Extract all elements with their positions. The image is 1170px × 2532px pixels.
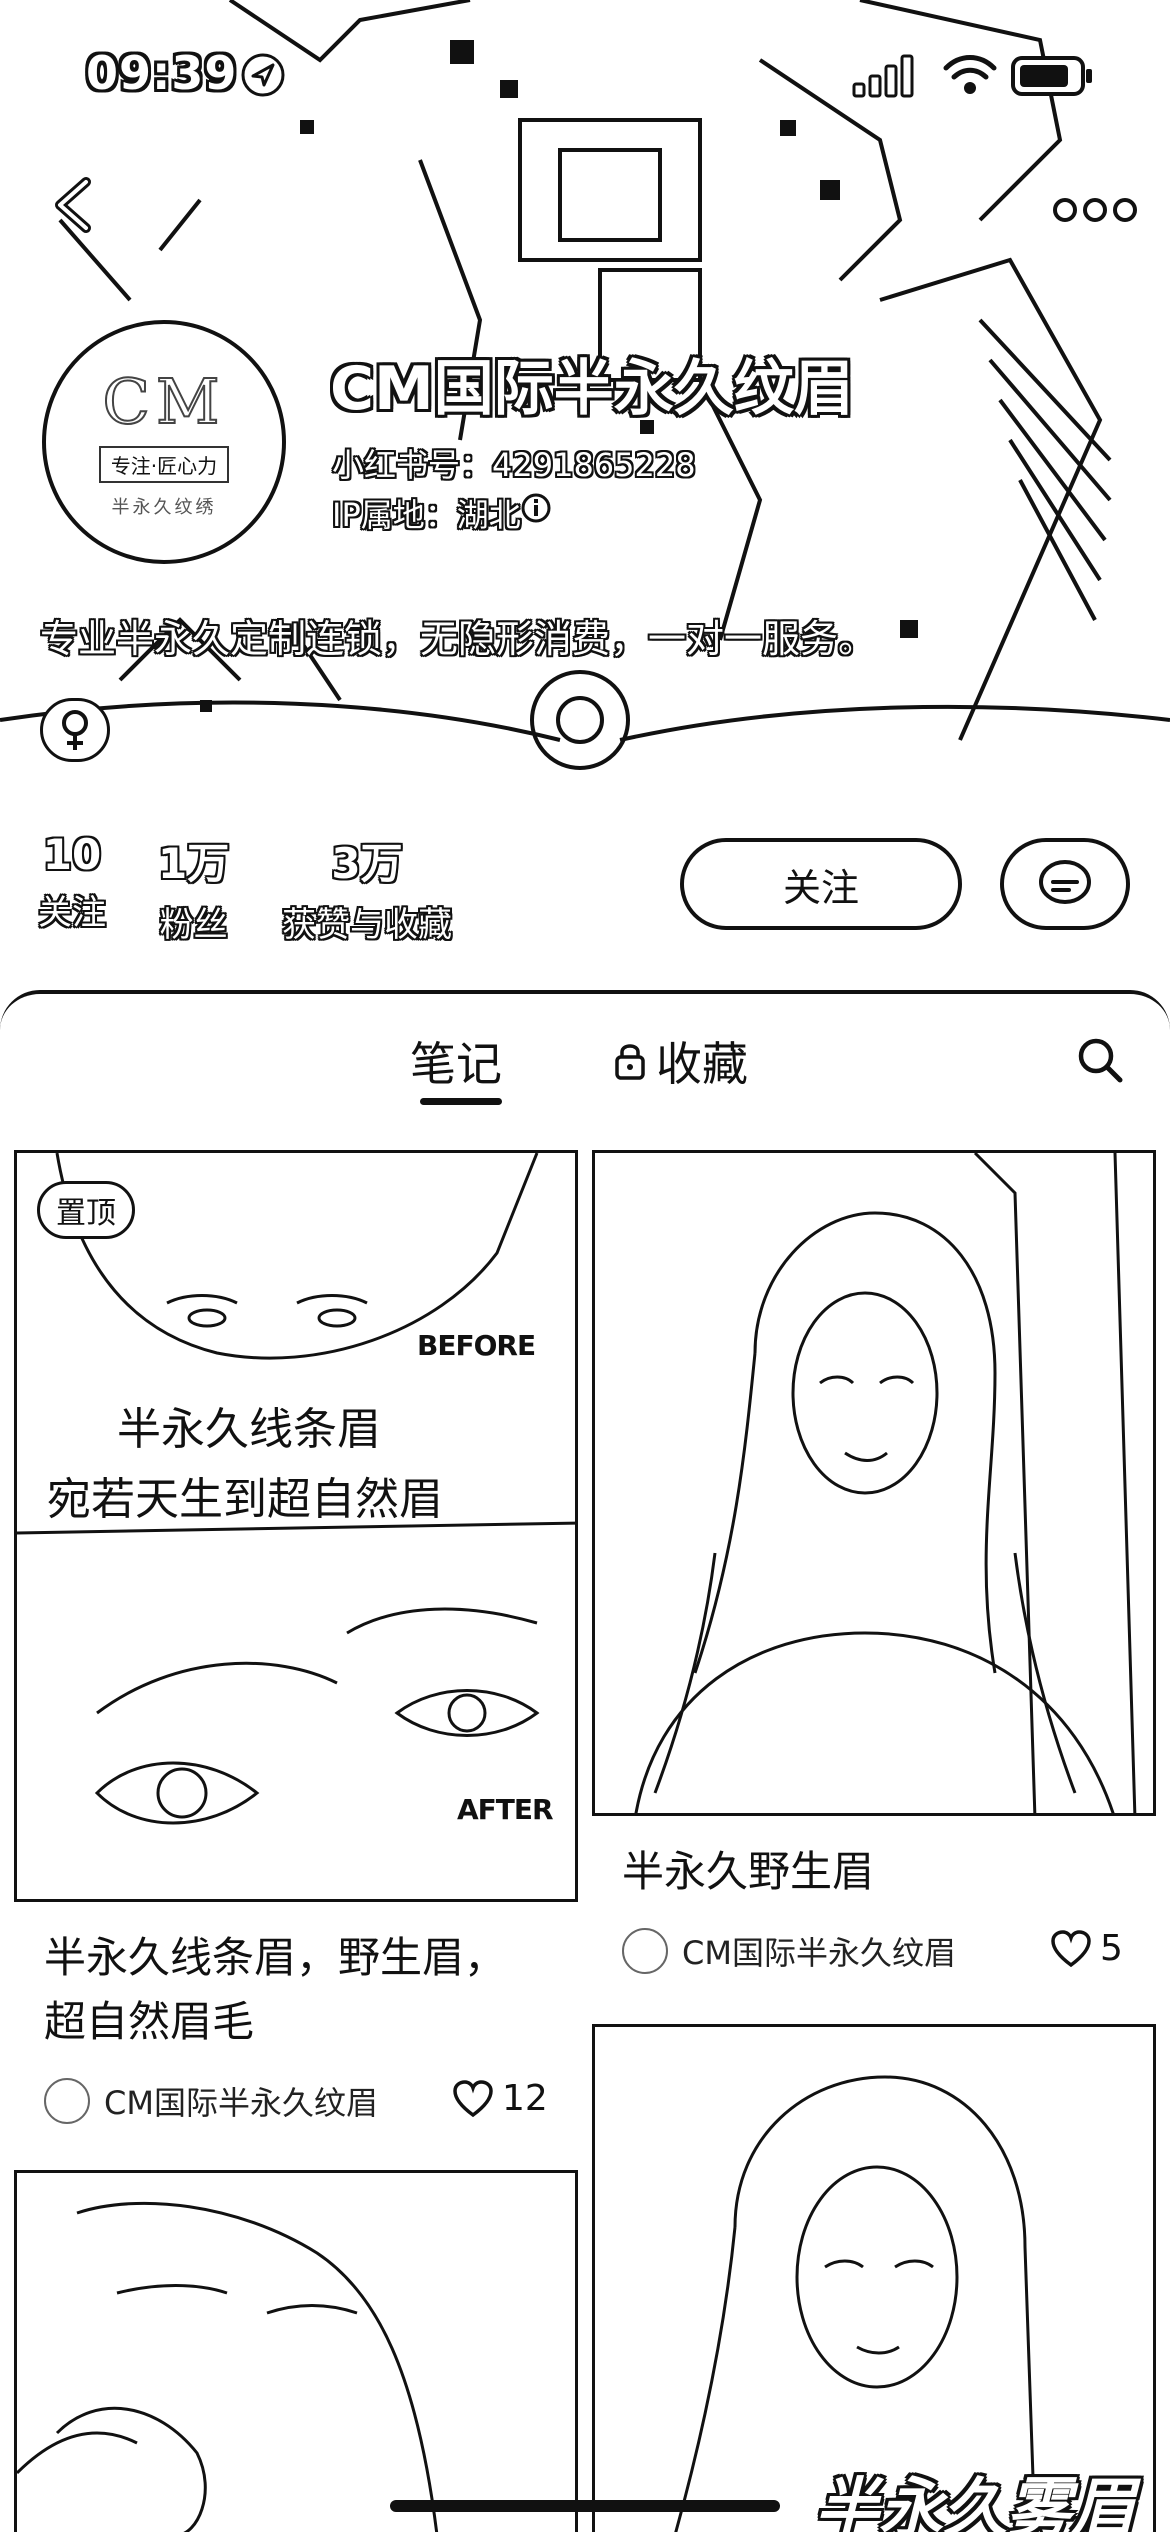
note-author[interactable]: CM国际半永久纹眉 [622,1928,956,1974]
active-tab-indicator [420,1098,502,1105]
note-card-image[interactable]: 半永久雾眉 [592,2024,1156,2532]
author-name: CM国际半永久纹眉 [104,2084,378,2122]
wifi-icon [943,55,997,94]
profile-avatar[interactable]: CM 专注·匠心力 半永久纹绣 [42,320,286,564]
like-count: 5 [1100,1928,1123,1969]
stat-following-value: 10 [42,830,102,879]
info-icon[interactable] [520,492,552,524]
note-card-image[interactable] [592,1150,1156,1816]
author-name: CM国际半永久纹眉 [682,1934,956,1972]
like-count: 12 [502,2078,548,2119]
note-title[interactable]: 半永久野生眉 [622,1840,1122,1904]
tab-notes[interactable]: 笔记 [410,1028,502,1094]
after-tag: AFTER [457,1793,554,1826]
status-bar-time: 09:39 [86,46,238,100]
chat-button[interactable] [1000,838,1130,930]
note-author[interactable]: CM国际半永久纹眉 [44,2078,378,2124]
location-arrow-icon [241,53,285,97]
avatar-subtitle-2: 半永久纹绣 [111,497,217,518]
stat-likes-value: 3万 [331,839,403,888]
before-tag: BEFORE [417,1329,536,1362]
ip-location: IP属地：湖北 [332,496,521,534]
pinned-badge: 置顶 [37,1181,135,1239]
profile-nickname: CM国际半永久纹眉 [330,354,854,424]
stat-likes-label: 获赞与收藏 [282,905,452,945]
stat-following[interactable]: 10 关注 [38,830,106,934]
stat-likes[interactable]: 3万 获赞与收藏 [282,830,452,946]
avatar-logo: CM [102,364,226,439]
profile-stats: 10 关注 1万 粉丝 3万 获赞与收藏 [0,830,1170,950]
tab-favorites[interactable]: 收藏 [612,1028,748,1094]
more-dots-icon[interactable] [1050,190,1140,230]
female-icon [62,710,88,750]
lock-icon [615,1044,645,1080]
portrait-photo [634,1153,1137,1813]
chat-bubble-icon [1039,860,1091,904]
heart-icon [1051,1929,1091,1967]
chevron-left-icon[interactable] [40,170,110,240]
note-title[interactable]: 半永久线条眉，野生眉，超自然眉毛 [44,1926,544,2054]
note-card-image[interactable] [14,2170,578,2532]
gender-badge [40,698,110,762]
author-avatar [622,1928,668,1974]
avatar-subtitle: 专注·匠心力 [98,446,230,483]
stat-followers-label: 粉丝 [159,905,228,945]
overlay-title: 半永久雾眉 [815,2472,1135,2532]
note-card-image[interactable]: 置顶 BEFORE 半永久线条眉 宛若天生到超自然眉 AFTER [14,1150,578,1902]
stat-followers[interactable]: 1万 粉丝 [158,830,229,946]
note-photo [17,2201,439,2532]
profile-bio: 专业半永久定制连锁，无隐形消费，一对一服务。 [40,617,877,661]
tab-favorites-label: 收藏 [656,1037,748,1091]
like-button[interactable]: 12 [452,2078,548,2119]
before-after-photo [17,1153,575,1825]
stat-followers-value: 1万 [158,839,230,888]
search-icon[interactable] [1075,1035,1125,1085]
overlay-title-2: 宛若天生到超自然眉 [47,1474,443,1525]
battery-icon [1011,56,1092,96]
red-id: 小红书号：4291865228 [332,446,696,484]
signal-icon [852,54,914,98]
like-button[interactable]: 5 [1050,1928,1123,1969]
home-indicator[interactable] [390,2500,780,2512]
follow-button[interactable]: 关注 [680,838,962,930]
heart-icon [453,2079,493,2117]
author-avatar [44,2078,90,2124]
stat-following-label: 关注 [38,893,106,933]
overlay-title-1: 半永久线条眉 [117,1404,381,1455]
profile-banner: 09:39 CM 专注·匠心力 半永久纹绣 CM国际半永久纹眉 小红书号：429… [0,0,1170,780]
